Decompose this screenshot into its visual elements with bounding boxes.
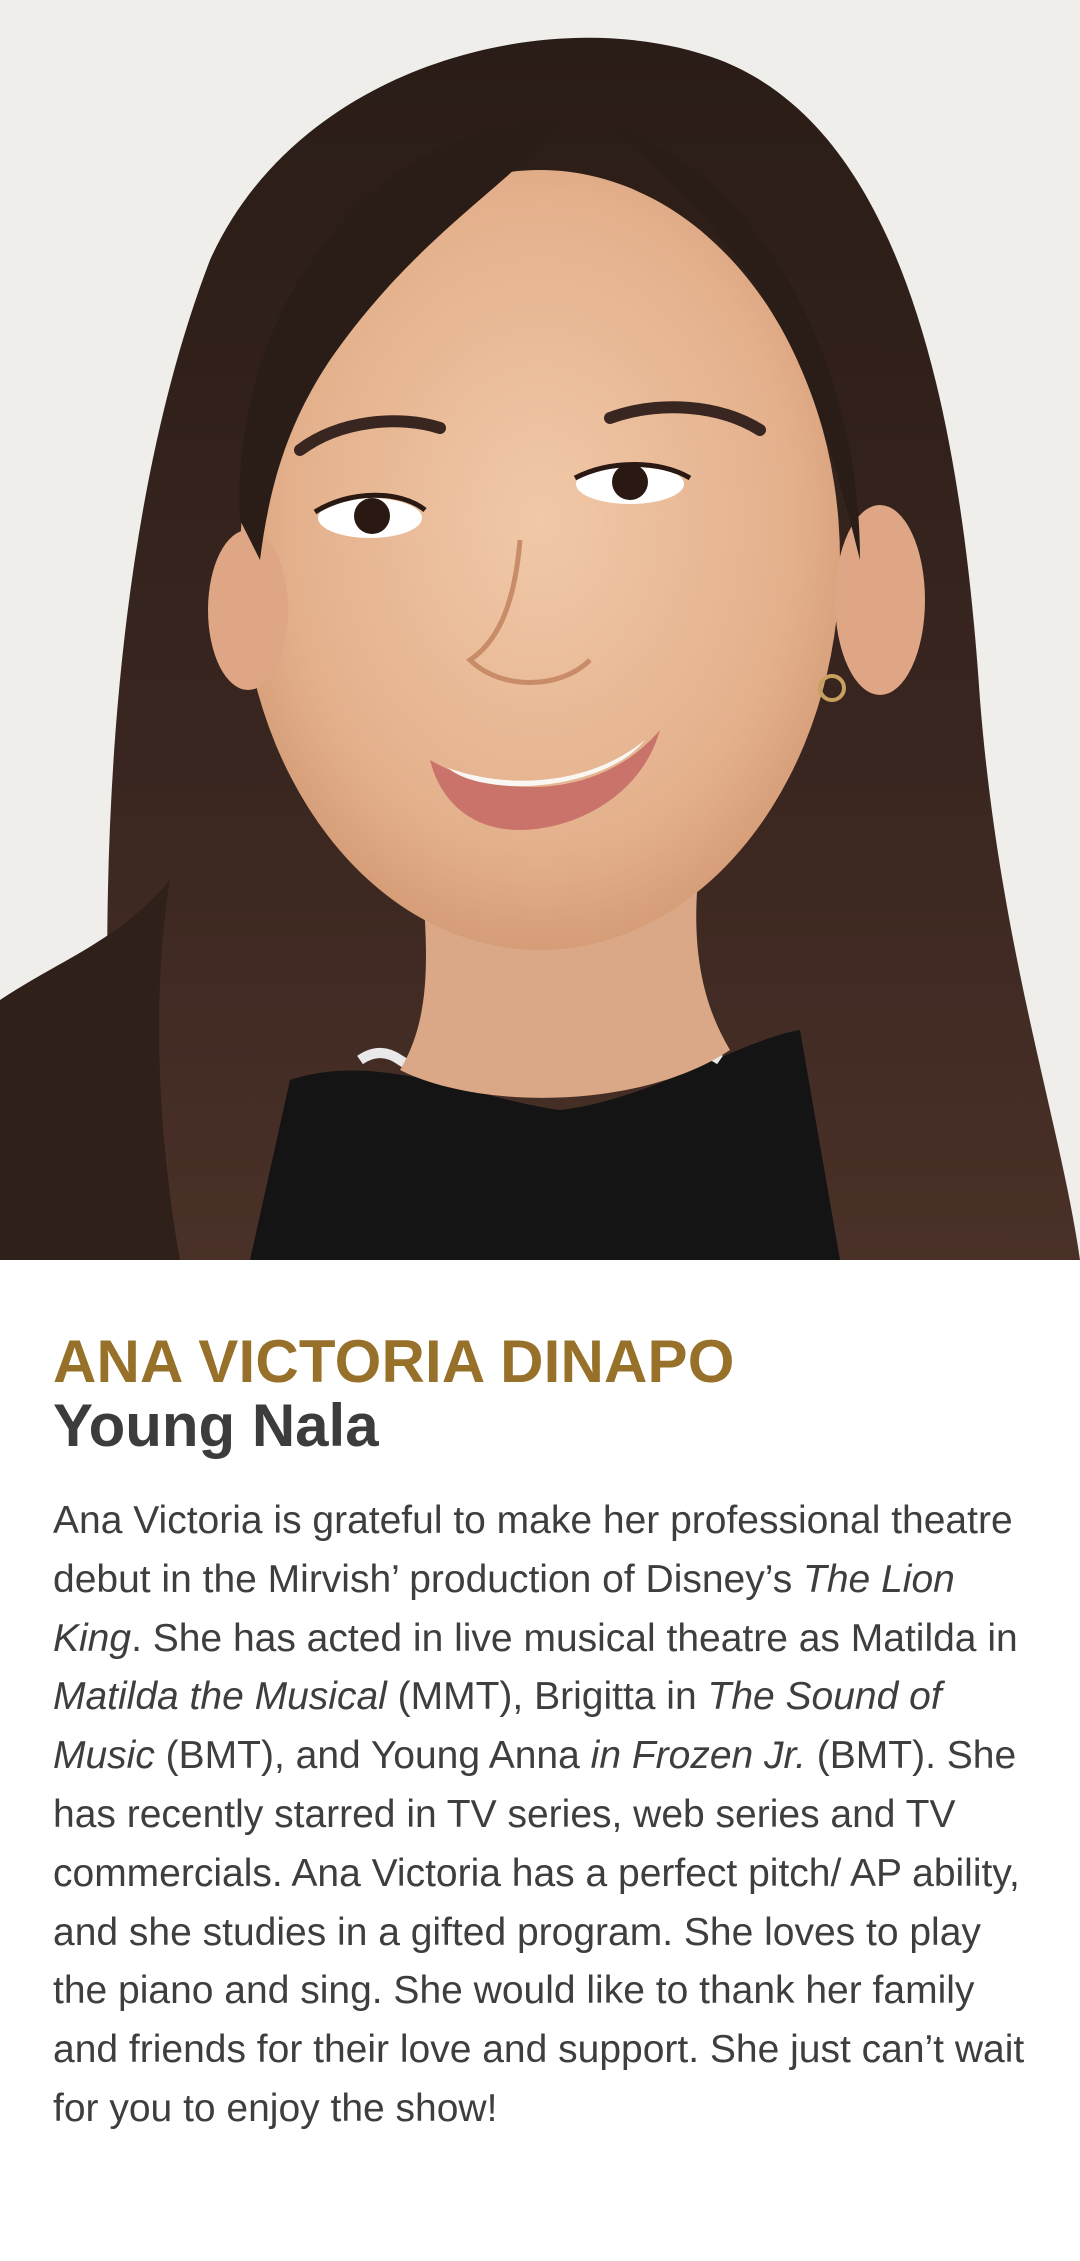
cast-headshot-photo: [0, 0, 1080, 1260]
bio-text: (BMT), and Young Anna: [154, 1734, 591, 1778]
bio-show-title: Matilda the Musical: [53, 1675, 387, 1719]
cast-member-role: Young Nala: [53, 1392, 379, 1459]
cast-bio-card: ANA VICTORIA DINAPO Young Nala Ana Victo…: [53, 1330, 1033, 2139]
cast-member-bio: Ana Victoria is grateful to make her pro…: [53, 1492, 1043, 2139]
headshot-illustration: [0, 0, 1080, 1260]
cast-member-name: ANA VICTORIA DINAPO: [53, 1328, 735, 1395]
bio-show-title: in Frozen Jr.: [590, 1734, 806, 1778]
bio-text: (MMT), Brigitta in: [386, 1675, 708, 1719]
bio-text: (BMT). She has recently starred in TV se…: [53, 1734, 1025, 2130]
bio-text: . She has acted in live musical theatre …: [131, 1616, 1018, 1660]
